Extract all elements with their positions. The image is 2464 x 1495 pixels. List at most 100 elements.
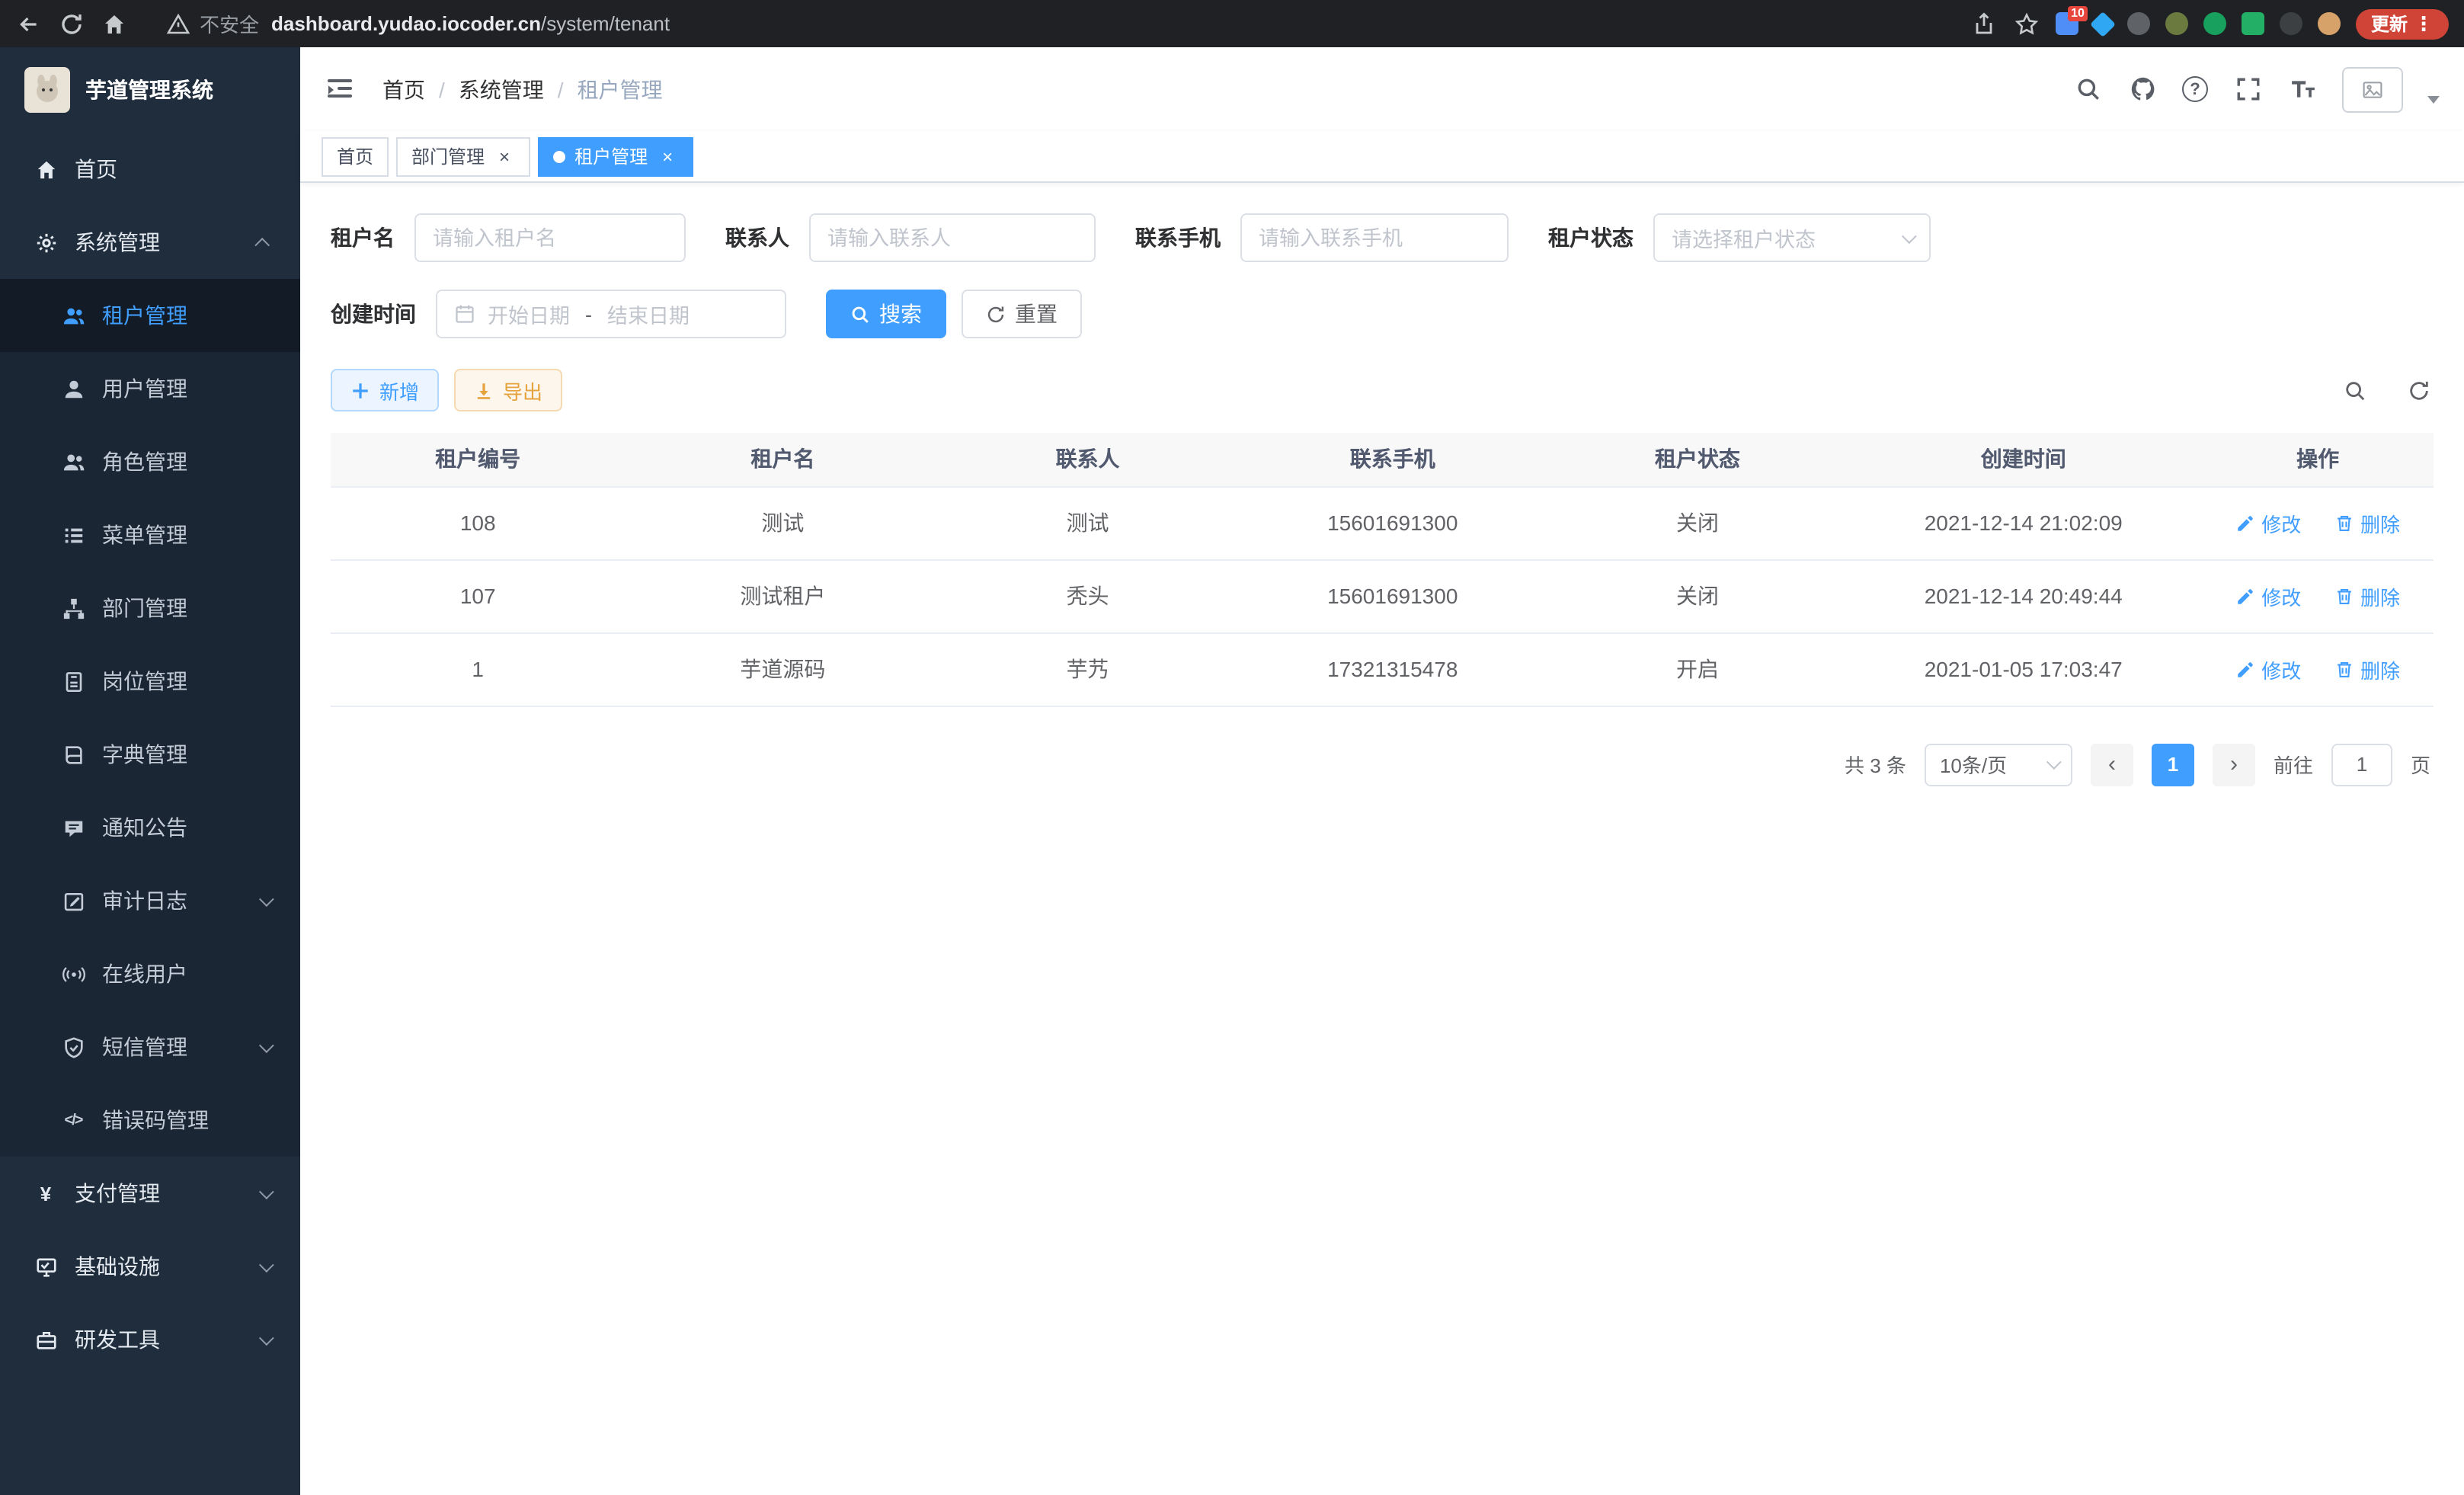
delete-link[interactable]: 删除 <box>2334 508 2400 537</box>
sidebar-item-error-code[interactable]: </> 错误码管理 <box>0 1084 300 1157</box>
delete-label: 删除 <box>2360 655 2400 683</box>
delete-link[interactable]: 删除 <box>2334 655 2400 683</box>
help-icon[interactable]: ? <box>2182 76 2208 102</box>
search-button[interactable]: 搜索 <box>826 290 946 338</box>
extension-icon-3[interactable] <box>2127 12 2150 35</box>
table-row: 108 测试 测试 15601691300 关闭 2021-12-14 21:0… <box>331 486 2434 559</box>
security-warning[interactable]: 不安全 <box>165 9 259 38</box>
font-size-icon[interactable] <box>2287 74 2318 104</box>
sidebar-item-devtools[interactable]: 研发工具 <box>0 1303 300 1376</box>
org-tree-icon <box>61 596 85 620</box>
sidebar-item-online-user[interactable]: 在线用户 <box>0 937 300 1010</box>
reload-icon[interactable] <box>58 10 85 37</box>
next-page-button[interactable]: › <box>2213 743 2255 786</box>
main-area: 首页 / 系统管理 / 租户管理 ? <box>300 47 2464 1495</box>
contact-input[interactable] <box>827 226 1077 249</box>
chevron-down-icon <box>259 891 274 906</box>
search-button-label: 搜索 <box>879 299 922 329</box>
col-status: 租户状态 <box>1550 433 1845 486</box>
add-button[interactable]: 新增 <box>331 369 439 411</box>
browser-home-icon[interactable] <box>101 10 128 37</box>
tab-label: 租户管理 <box>574 143 648 169</box>
edit-link[interactable]: 修改 <box>2235 655 2301 683</box>
sidebar-item-menu[interactable]: 菜单管理 <box>0 498 300 571</box>
github-icon[interactable] <box>2127 74 2158 104</box>
cell-tenant-name: 测试 <box>625 486 940 559</box>
reset-button[interactable]: 重置 <box>962 290 1082 338</box>
sidebar-item-post[interactable]: 岗位管理 <box>0 645 300 718</box>
trash-icon <box>2334 513 2354 533</box>
address-bar[interactable]: 不安全 dashboard.yudao.iocoder.cn/system/te… <box>165 9 1955 38</box>
breadcrumb-home[interactable]: 首页 <box>382 74 425 104</box>
delete-link[interactable]: 删除 <box>2334 581 2400 610</box>
edit-link[interactable]: 修改 <box>2235 581 2301 610</box>
trash-icon <box>2334 586 2354 606</box>
add-button-label: 新增 <box>379 376 419 405</box>
back-icon[interactable] <box>15 10 43 37</box>
extension-icon-4[interactable] <box>2165 12 2188 35</box>
avatar-dropdown-caret[interactable] <box>2427 96 2440 104</box>
extension-icon-8[interactable] <box>2318 12 2341 35</box>
extension-icon-7[interactable] <box>2280 12 2302 35</box>
sidebar-item-label: 用户管理 <box>102 373 187 404</box>
browser-chrome: 不安全 dashboard.yudao.iocoder.cn/system/te… <box>0 0 2464 47</box>
extension-icon-1[interactable]: 10 <box>2056 12 2078 35</box>
collapse-sidebar-icon[interactable] <box>325 72 358 106</box>
sidebar-item-home[interactable]: 首页 <box>0 133 300 206</box>
tab-dept[interactable]: 部门管理 × <box>396 136 530 176</box>
edit-link[interactable]: 修改 <box>2235 508 2301 537</box>
chrome-update-button[interactable]: 更新 ⋮ <box>2356 8 2449 39</box>
sidebar-item-payment[interactable]: ¥ 支付管理 <box>0 1157 300 1230</box>
sidebar-item-sms[interactable]: 短信管理 <box>0 1010 300 1084</box>
close-icon[interactable]: × <box>657 146 678 167</box>
extension-icon-5[interactable] <box>2203 12 2226 35</box>
sidebar-item-audit-log[interactable]: 审计日志 <box>0 864 300 937</box>
extension-icon-6[interactable] <box>2242 12 2264 35</box>
sidebar-item-infrastructure[interactable]: 基础设施 <box>0 1230 300 1303</box>
status-select[interactable]: 请选择租户状态 <box>1653 213 1931 262</box>
refresh-table-icon[interactable] <box>2403 375 2434 405</box>
cell-tenant-id: 108 <box>331 486 625 559</box>
tab-home[interactable]: 首页 <box>322 136 389 176</box>
close-icon[interactable]: × <box>494 146 515 167</box>
url-host: dashboard.yudao.iocoder.cn <box>271 12 541 35</box>
status-label: 租户状态 <box>1548 222 1634 253</box>
sidebar-item-dict[interactable]: 字典管理 <box>0 718 300 791</box>
search-icon[interactable] <box>2072 74 2103 104</box>
date-range-picker[interactable]: 开始日期 - 结束日期 <box>436 290 786 338</box>
extension-icon-2[interactable] <box>2090 11 2116 37</box>
fullscreen-icon[interactable] <box>2232 74 2263 104</box>
page-button-1[interactable]: 1 <box>2152 743 2194 786</box>
sidebar-item-notice[interactable]: 通知公告 <box>0 791 300 864</box>
sidebar-item-tenant[interactable]: 租户管理 <box>0 279 300 352</box>
edit-icon <box>2235 659 2255 679</box>
avatar[interactable] <box>2342 66 2403 112</box>
toggle-search-icon[interactable] <box>2339 375 2370 405</box>
breadcrumb-system[interactable]: 系统管理 <box>459 74 544 104</box>
sidebar-item-dept[interactable]: 部门管理 <box>0 571 300 645</box>
bookmark-star-icon[interactable] <box>2013 10 2040 37</box>
phone-input[interactable] <box>1259 226 1490 249</box>
tenant-table: 租户编号 租户名 联系人 联系手机 租户状态 创建时间 操作 108 测试 <box>331 433 2434 706</box>
update-label: 更新 <box>2371 11 2408 37</box>
sidebar-item-label: 错误码管理 <box>102 1105 209 1135</box>
prev-page-button[interactable]: ‹ <box>2091 743 2133 786</box>
tenant-name-input[interactable] <box>433 226 667 249</box>
goto-page-input[interactable] <box>2331 743 2392 786</box>
menu-list-icon <box>61 523 85 547</box>
filter-phone: 联系手机 <box>1135 213 1509 262</box>
sidebar-logo[interactable]: 芋道管理系统 <box>0 47 300 133</box>
tab-label: 首页 <box>337 143 373 169</box>
sidebar-item-system[interactable]: 系统管理 <box>0 206 300 279</box>
sidebar-item-label: 在线用户 <box>102 959 187 989</box>
filter-tenant-name: 租户名 <box>331 213 686 262</box>
page-size-select[interactable]: 10条/页 <box>1925 743 2072 786</box>
share-icon[interactable] <box>1970 10 1998 37</box>
filter-contact: 联系人 <box>725 213 1096 262</box>
export-button[interactable]: 导出 <box>454 369 562 411</box>
sidebar-item-user[interactable]: 用户管理 <box>0 352 300 425</box>
table-header-row: 租户编号 租户名 联系人 联系手机 租户状态 创建时间 操作 <box>331 433 2434 486</box>
cell-contact: 芋艿 <box>940 632 1234 706</box>
sidebar-item-role[interactable]: 角色管理 <box>0 425 300 498</box>
tab-tenant[interactable]: 租户管理 × <box>538 136 693 176</box>
